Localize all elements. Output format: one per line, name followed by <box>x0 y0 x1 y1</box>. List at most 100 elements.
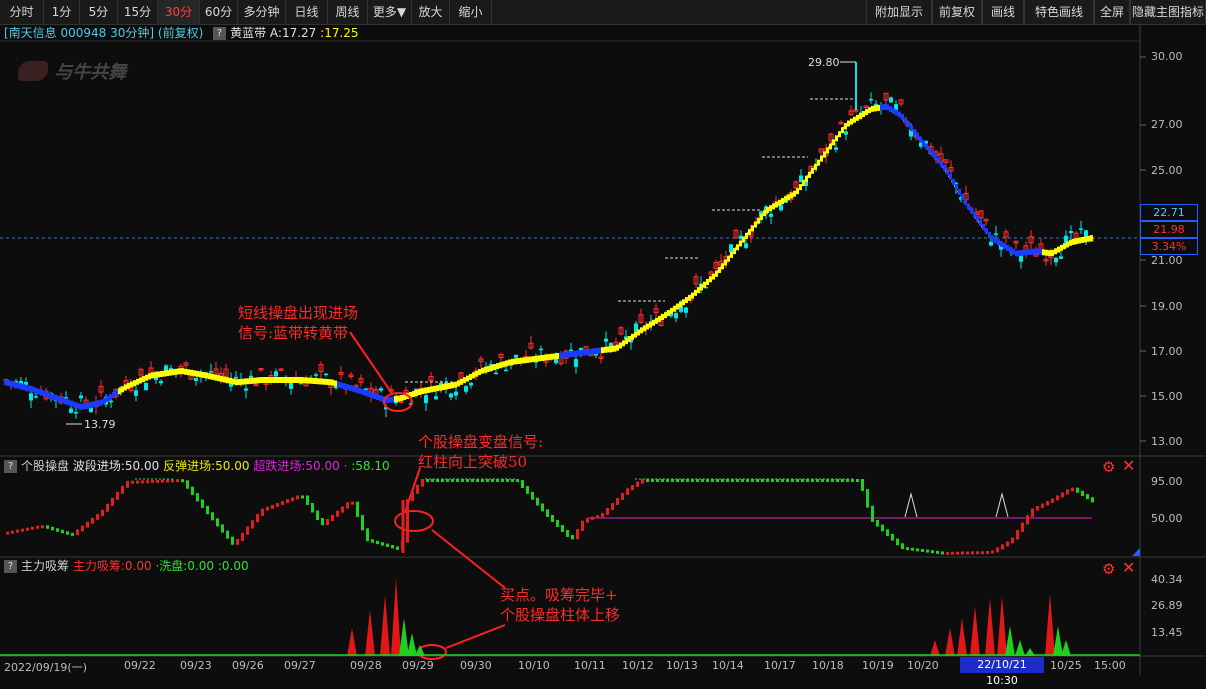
oscillator-bar <box>421 479 424 487</box>
band-block <box>421 388 424 395</box>
band-block <box>613 345 616 352</box>
oscillator-bar <box>276 503 279 507</box>
oscillator-bar <box>356 501 359 517</box>
panel2-gear-icon[interactable]: ⚙ <box>1102 459 1115 475</box>
band-block <box>982 223 985 230</box>
oscillator-bar <box>626 488 629 495</box>
oscillator-bar <box>471 479 474 482</box>
oscillator-bar <box>641 479 644 484</box>
band-block <box>319 378 322 385</box>
band-block <box>844 123 847 130</box>
candle-down <box>424 395 428 404</box>
band-block <box>547 354 550 361</box>
oscillator-bar <box>306 495 309 505</box>
band-block <box>640 327 643 334</box>
candle-down <box>994 233 998 235</box>
band-block <box>667 310 670 317</box>
annotation-line: 买点。吸筹完毕+ <box>500 586 618 604</box>
oscillator-bar <box>951 551 954 555</box>
band-block <box>412 391 415 398</box>
band-block <box>205 372 208 379</box>
candle-down <box>684 307 688 313</box>
oscillator-bar <box>691 479 694 482</box>
candle-down <box>324 373 328 376</box>
panel2-close-icon[interactable]: ✕ <box>1122 458 1135 474</box>
accumulation-spike <box>1005 626 1015 656</box>
band-block <box>367 390 370 397</box>
band-block <box>889 106 892 113</box>
band-block <box>265 377 268 384</box>
band-block <box>40 389 43 396</box>
x-tick: 09/27 <box>284 659 316 672</box>
candle-down <box>379 388 383 391</box>
oscillator-bar <box>251 520 254 529</box>
band-block <box>64 398 67 405</box>
annotation-line: 红柱向上突破50 <box>418 453 528 471</box>
help-icon[interactable]: ? <box>4 460 17 473</box>
candle-down <box>604 338 608 342</box>
band-block <box>631 333 634 340</box>
band-block <box>181 368 184 375</box>
band-block <box>256 377 259 384</box>
oscillator-bar <box>596 515 599 519</box>
band-block <box>1006 244 1009 251</box>
band-block <box>190 369 193 376</box>
oscillator-bar <box>861 479 864 491</box>
band-block <box>955 183 958 190</box>
accumulation-spike <box>391 578 401 656</box>
kline-chart[interactable] <box>0 0 1206 675</box>
oscillator-bar <box>616 498 619 505</box>
band-block <box>814 163 817 170</box>
band-block <box>217 375 220 382</box>
oscillator-bar <box>656 479 659 482</box>
oscillator-bar <box>56 528 59 532</box>
band-block <box>481 367 484 374</box>
band-block <box>463 377 466 384</box>
band-block <box>520 357 523 364</box>
band-block <box>1081 236 1084 243</box>
y-tick: 25.00 <box>1151 164 1183 177</box>
band-block <box>628 335 631 342</box>
band-block <box>31 386 34 393</box>
band-block <box>316 378 319 385</box>
oscillator-bar <box>941 551 944 555</box>
x-tick: 2022/09/19(一) <box>4 661 87 674</box>
band-block <box>703 281 706 288</box>
band-block <box>124 384 127 391</box>
panel3-gear-icon[interactable]: ⚙ <box>1102 561 1115 577</box>
oscillator-bar <box>131 480 134 484</box>
oscillator-bar <box>906 547 909 551</box>
band-block <box>1012 248 1015 255</box>
oscillator-bar <box>1006 541 1009 547</box>
band-block <box>511 358 514 365</box>
candle-down <box>494 372 498 375</box>
band-block <box>883 103 886 110</box>
accumulation-spike <box>930 640 940 656</box>
help-icon[interactable]: ? <box>4 560 17 573</box>
oscillator-bar <box>291 497 294 502</box>
band-block <box>133 380 136 387</box>
oscillator-bar <box>546 509 549 517</box>
oscillator-bar <box>11 530 14 534</box>
oscillator-bar <box>1086 494 1089 500</box>
candle-down <box>569 349 573 352</box>
oscillator-bar <box>821 479 824 482</box>
oscillator-bar <box>731 479 734 482</box>
band-block <box>763 210 766 217</box>
band-block <box>526 356 529 363</box>
band-block <box>664 312 667 319</box>
band-block <box>910 125 913 132</box>
y-tick: 21.00 <box>1151 254 1183 267</box>
band-block <box>733 248 736 255</box>
band-block <box>52 393 55 400</box>
oscillator-bar <box>286 499 289 504</box>
band-block <box>541 354 544 361</box>
oscillator-bar <box>1041 503 1044 508</box>
panel3-close-icon[interactable]: ✕ <box>1122 560 1135 576</box>
oscillator-bar <box>566 530 569 537</box>
band-block <box>7 380 10 387</box>
band-block <box>388 396 391 403</box>
band-block <box>100 399 103 406</box>
oscillator-bar <box>406 499 409 543</box>
band-block <box>442 384 445 391</box>
